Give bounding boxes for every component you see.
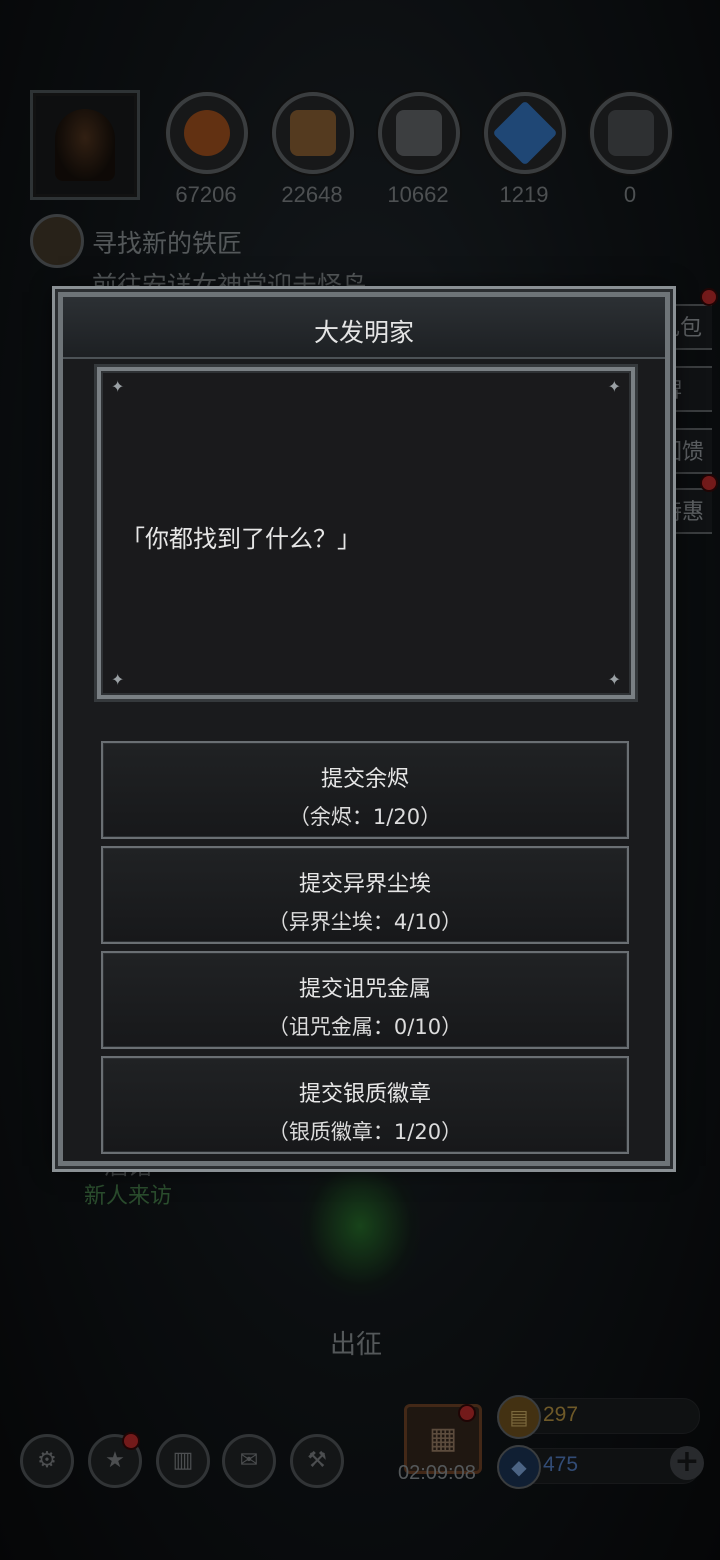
choice-progress: （余烬：1/20） bbox=[288, 805, 442, 829]
iron-icon bbox=[396, 110, 442, 156]
hammer-icon[interactable]: ⚒ bbox=[290, 1434, 344, 1488]
notification-dot bbox=[702, 476, 716, 490]
resource-iron-value: 10662 bbox=[387, 182, 449, 207]
resource-meat-value: 67206 bbox=[175, 182, 237, 207]
gold-counter[interactable]: ▤ 297 bbox=[497, 1395, 700, 1439]
add-currency-button[interactable]: + bbox=[670, 1446, 704, 1480]
notification-dot bbox=[124, 1434, 138, 1448]
tavern-sublabel: 新人来访 bbox=[84, 1184, 173, 1209]
settings-icon[interactable]: ⚙ bbox=[20, 1434, 74, 1488]
hero-portrait[interactable] bbox=[30, 90, 140, 200]
quest-title[interactable]: 寻找新的铁匠 bbox=[92, 224, 242, 260]
book-icon[interactable]: ▥ bbox=[156, 1434, 210, 1488]
choice-progress: （诅咒金属：0/10） bbox=[267, 1015, 463, 1039]
meat-icon bbox=[184, 110, 230, 156]
choice-label: 提交银质徽章 bbox=[298, 1082, 431, 1107]
submit-silver-badge-button[interactable]: 提交银质徽章 （银质徽章：1/20） bbox=[101, 1056, 629, 1154]
wood-icon bbox=[290, 110, 336, 156]
dialog-panel: 大发明家 ✦ ✦ ✦ ✦ 「你都找到了什么？」 提交余烬 （余烬：1/20） 提… bbox=[58, 292, 670, 1166]
resource-meat[interactable]: 67206 bbox=[166, 92, 248, 208]
dialog-title: 大发明家 bbox=[313, 318, 414, 347]
hooded-figure-icon bbox=[55, 109, 115, 181]
resource-metal-value: 0 bbox=[623, 182, 637, 207]
resource-crystal[interactable]: 1219 bbox=[484, 92, 566, 208]
notification-dot bbox=[460, 1406, 474, 1420]
choice-label: 提交余烬 bbox=[320, 767, 409, 792]
submit-cursed-metal-button[interactable]: 提交诅咒金属 （诅咒金属：0/10） bbox=[101, 951, 629, 1049]
message-box: ✦ ✦ ✦ ✦ 「你都找到了什么？」 bbox=[97, 367, 635, 699]
metal-icon bbox=[608, 110, 654, 156]
notification-dot bbox=[702, 290, 716, 304]
resource-wood-value: 22648 bbox=[281, 182, 343, 207]
dialog-message: 「你都找到了什么？」 bbox=[121, 525, 361, 553]
gift-timer: 02:09:08 bbox=[398, 1462, 476, 1484]
scroll-icon[interactable] bbox=[30, 214, 84, 268]
sparkle-icon: ✦ bbox=[111, 377, 125, 396]
choice-progress: （异界尘埃：4/10） bbox=[267, 910, 463, 934]
resource-wood[interactable]: 22648 bbox=[272, 92, 354, 208]
gold-icon: ▤ bbox=[497, 1395, 541, 1439]
mail-icon[interactable]: ✉ bbox=[222, 1434, 276, 1488]
sparkle-icon: ✦ bbox=[607, 670, 621, 689]
gem-icon: ◆ bbox=[497, 1445, 541, 1489]
resource-metal[interactable]: 0 bbox=[590, 92, 672, 208]
sparkle-icon: ✦ bbox=[111, 670, 125, 689]
choice-progress: （银质徽章：1/20） bbox=[267, 1120, 463, 1144]
resource-crystal-value: 1219 bbox=[499, 182, 549, 207]
gem-value: 475 bbox=[543, 1453, 579, 1476]
submit-otherworld-dust-button[interactable]: 提交异界尘埃 （异界尘埃：4/10） bbox=[101, 846, 629, 944]
green-crystal-icon[interactable] bbox=[300, 1156, 420, 1296]
expedition-label[interactable]: 出征 bbox=[330, 1324, 382, 1361]
choice-label: 提交诅咒金属 bbox=[298, 977, 431, 1002]
gold-value: 297 bbox=[543, 1403, 579, 1426]
resource-iron[interactable]: 10662 bbox=[378, 92, 460, 208]
dialog-header: 大发明家 bbox=[63, 297, 665, 359]
choice-label: 提交异界尘埃 bbox=[298, 872, 431, 897]
sparkle-icon: ✦ bbox=[607, 377, 621, 396]
submit-embers-button[interactable]: 提交余烬 （余烬：1/20） bbox=[101, 741, 629, 839]
crystal-icon bbox=[492, 100, 558, 166]
